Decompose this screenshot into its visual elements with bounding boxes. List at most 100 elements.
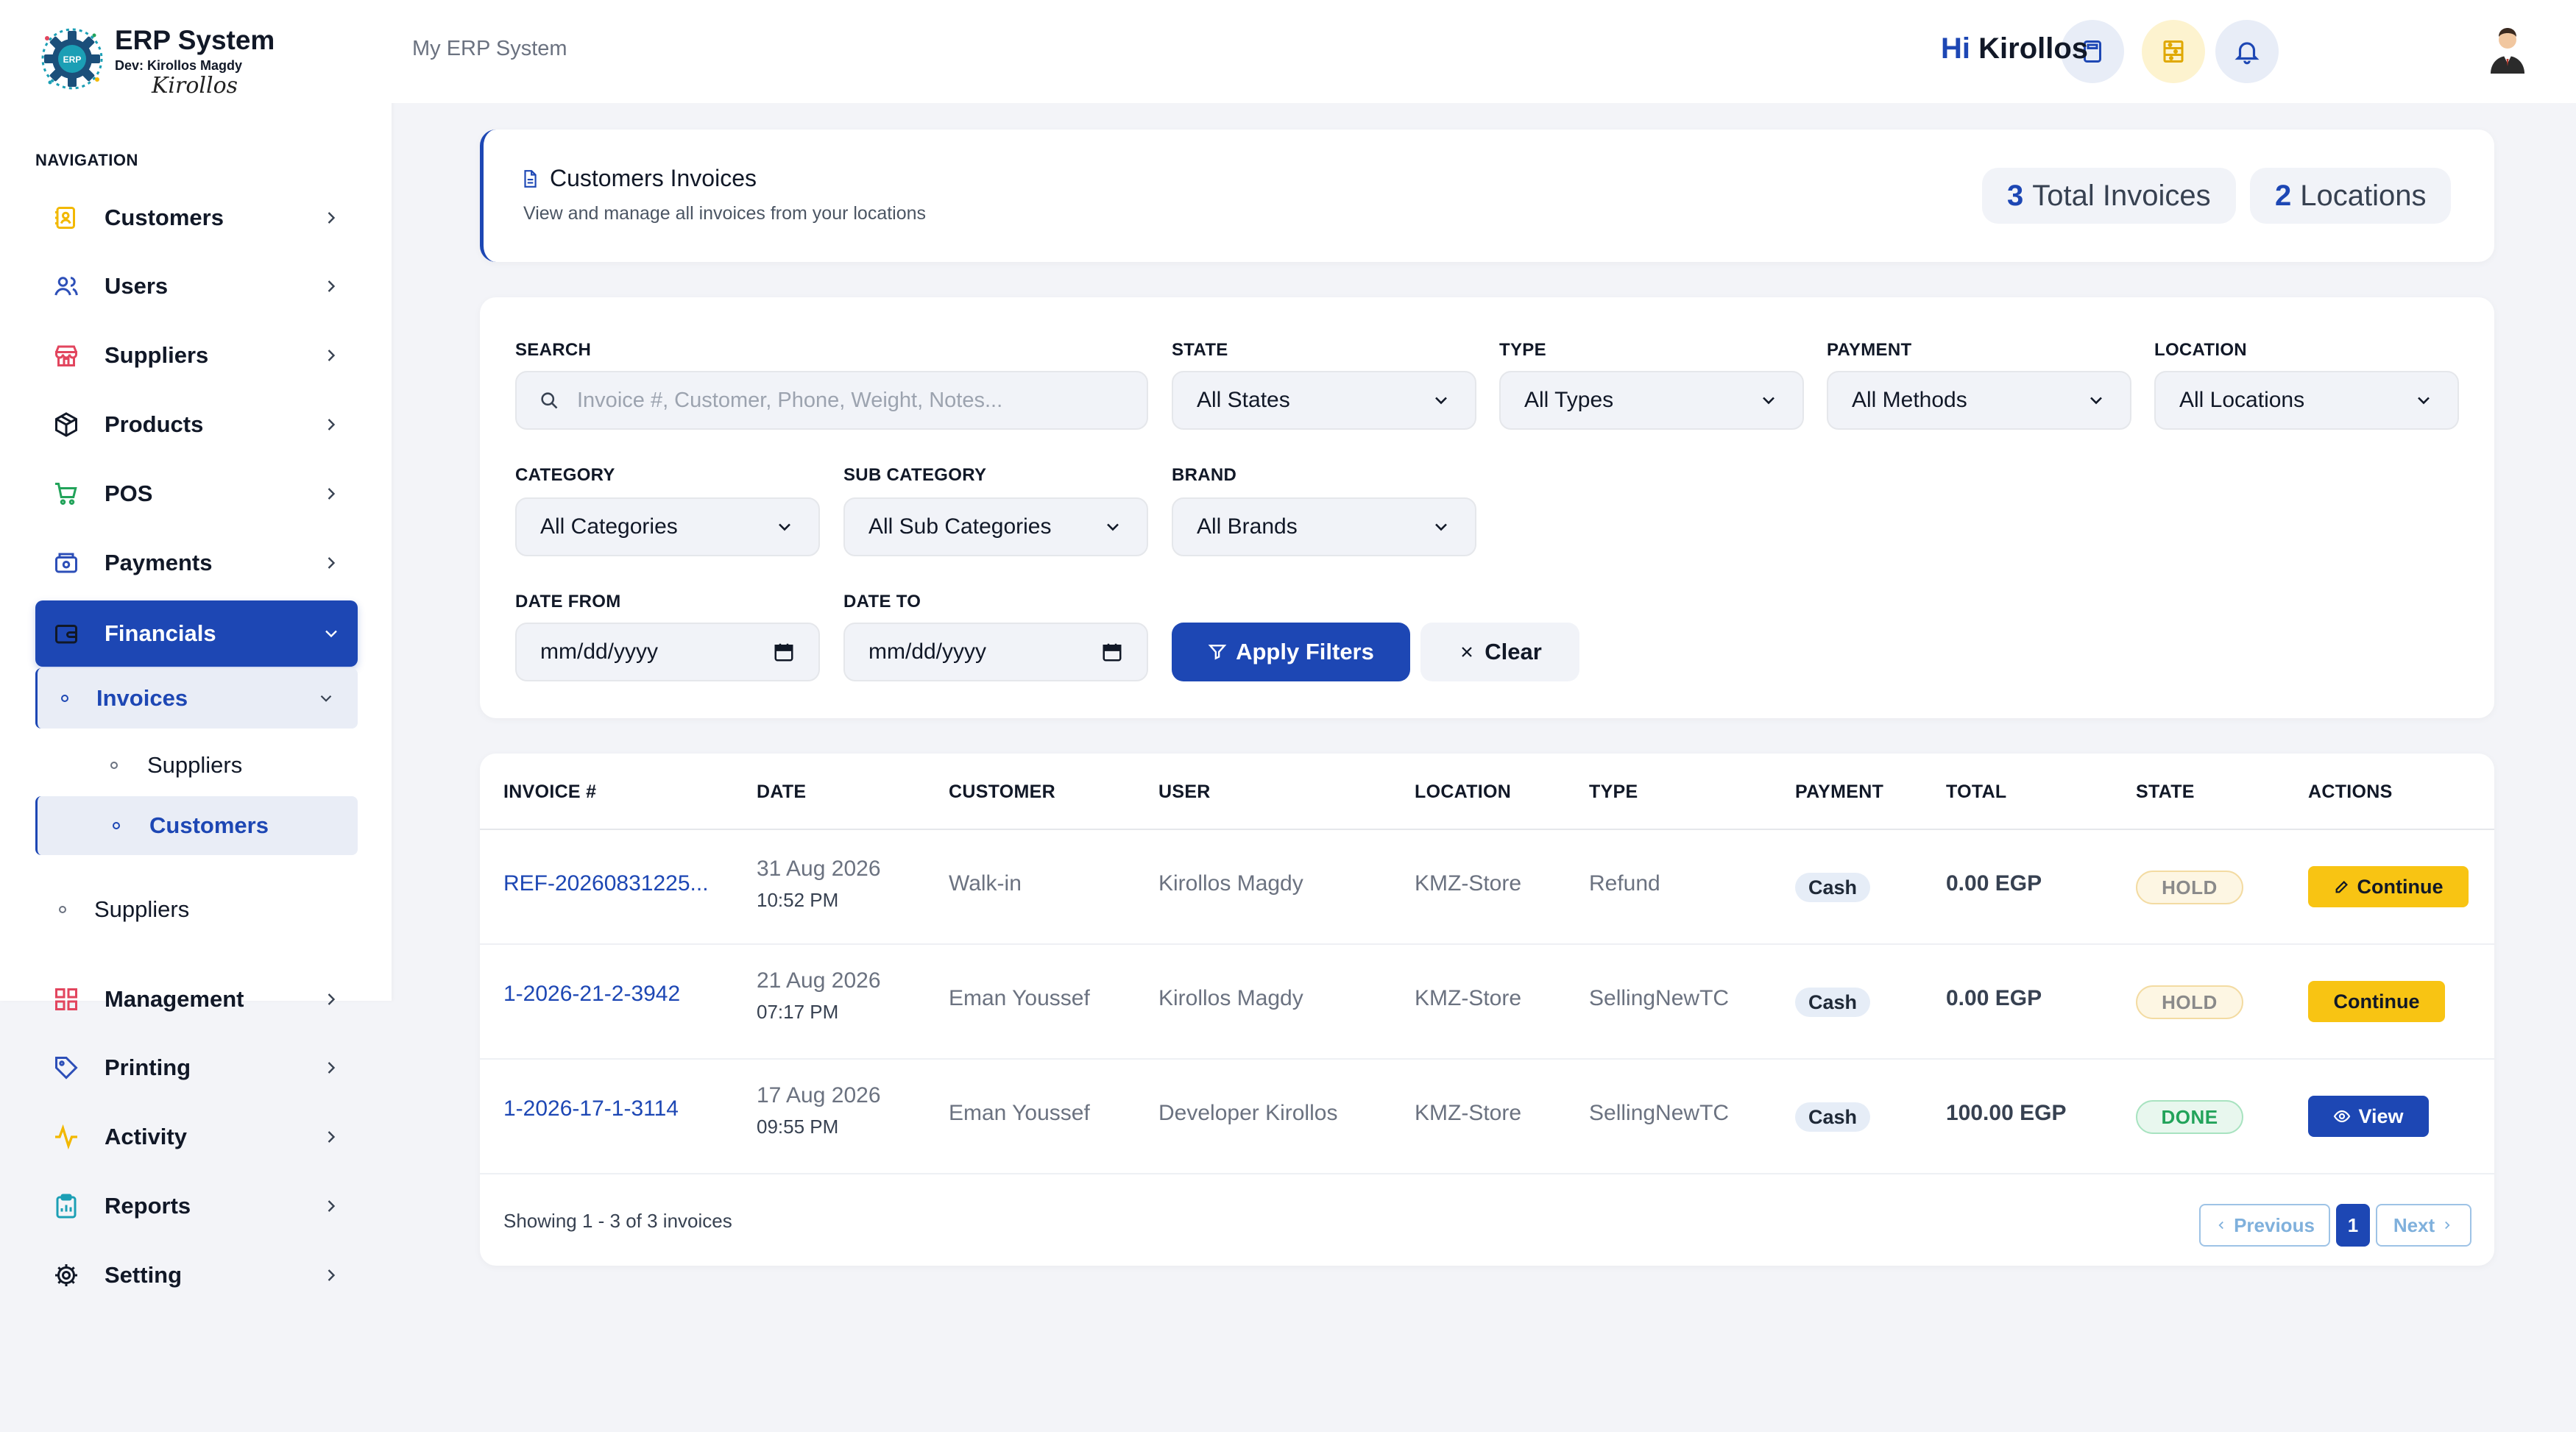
invoice-number-link[interactable]: 1-2026-17-1-3114 [503,1096,679,1121]
category-select[interactable]: All Categories [515,497,820,556]
next-label: Next [2393,1213,2435,1236]
location-cell: KMZ-Store [1415,986,1522,1010]
calendar-icon[interactable] [773,641,795,663]
abacus-icon [2163,40,2184,63]
status-badge: DONE [2136,1100,2243,1134]
invoice-number-link[interactable]: 1-2026-21-2-3942 [503,982,680,1007]
page-subtitle: View and manage all invoices from your l… [523,203,927,224]
table-row[interactable]: 1-2026-21-2-3942 21 Aug 2026 07:17 PM Em… [480,945,2494,1060]
customer-cell: Eman Youssef [949,986,1090,1010]
cart-icon [50,478,82,510]
filters-card: SEARCH Invoice #, Customer, Phone, Weigh… [480,297,2494,718]
type-cell: SellingNewTC [1589,986,1730,1010]
locations-count: 2 [2275,179,2292,212]
date-from-label: DATE FROM [515,592,621,612]
sidebar-subitem-invoices[interactable]: Invoices [35,668,358,729]
sidebar-subsub-label: Customers [149,812,269,838]
continue-button[interactable]: Continue [2308,866,2469,907]
state-label: STATE [1172,340,1228,360]
chevron-down-icon [1763,397,1774,405]
sidebar-item-label: Financials [105,620,216,646]
type-select[interactable]: All Types [1499,371,1804,430]
brand-subtitle: Dev: Kirollos Magdy [115,58,243,73]
page-number-button[interactable]: 1 [2336,1204,2370,1247]
grid-icon [50,983,82,1015]
apply-filters-button[interactable]: Apply Filters [1172,623,1410,681]
sidebar-subitem-suppliers[interactable]: Suppliers [35,880,189,939]
view-button[interactable]: View [2308,1096,2429,1137]
sidebar-item-label: POS [105,481,153,506]
location-select[interactable]: All Locations [2154,371,2459,430]
notifications-button[interactable] [2215,20,2279,83]
page-title-card: Customers Invoices View and manage all i… [480,130,2494,262]
table-row[interactable]: 1-2026-17-1-3114 17 Aug 2026 09:55 PM Em… [480,1060,2494,1174]
sidebar-item-pos[interactable]: POS [35,461,358,527]
sidebar-item-activity[interactable]: Activity [35,1104,358,1170]
abacus-button[interactable] [2142,20,2205,83]
invoice-number-link[interactable]: REF-20260831225... [503,871,709,896]
chevron-right-icon [328,1131,336,1143]
sidebar-item-suppliers[interactable]: Suppliers [35,322,358,389]
invoice-date: 17 Aug 2026 09:55 PM [757,1083,881,1138]
chevron-right-icon [328,212,336,224]
search-input[interactable]: Invoice #, Customer, Phone, Weight, Note… [515,371,1148,430]
edit-icon [2335,881,2348,893]
sidebar-invoices-customers[interactable]: Customers [35,796,358,855]
sidebar-item-customers[interactable]: Customers [35,185,358,251]
sidebar-item-label: Customers [105,205,224,230]
sidebar-item-financials[interactable]: Financials [35,600,358,667]
chevron-left-icon [2218,1221,2223,1230]
date-from-input[interactable]: mm/dd/yyyy [515,623,820,681]
location-cell: KMZ-Store [1415,1101,1522,1125]
table-row[interactable]: REF-20260831225... 31 Aug 2026 10:52 PM … [480,830,2494,945]
chevron-right-icon [328,350,336,361]
user-greeting[interactable]: Hi Kirollos [1941,32,2088,65]
sidebar-item-label: Reports [105,1193,191,1219]
chevron-down-icon [1435,523,1447,531]
sidebar-item-products[interactable]: Products [35,391,358,458]
sidebar: ERP ERP System Dev: Kirollos Magdy Kirol… [0,0,392,1001]
total-invoices-label: Total Invoices [2032,179,2211,212]
sidebar-subsub-label: Suppliers [147,752,243,778]
sidebar-item-management[interactable]: Management [35,966,358,1032]
calendar-icon[interactable] [1101,641,1123,663]
payment-badge: Cash [1795,988,1871,1017]
state-select[interactable]: All States [1172,371,1476,430]
chevron-right-icon [328,419,336,430]
sidebar-item-users[interactable]: Users [35,253,358,319]
sidebar-item-reports[interactable]: Reports [35,1173,358,1239]
payment-select[interactable]: All Methods [1827,371,2131,430]
next-page-button[interactable]: Next [2376,1204,2471,1247]
sidebar-item-printing[interactable]: Printing [35,1035,358,1101]
view-label: View [2358,1105,2404,1127]
date-from-value: mm/dd/yyyy [540,639,659,664]
gear-icon [50,1259,82,1291]
subcategory-select[interactable]: All Sub Categories [843,497,1148,556]
clear-filters-button[interactable]: Clear [1420,623,1579,681]
type-cell: Refund [1589,871,1660,896]
sidebar-invoices-suppliers[interactable]: Suppliers [35,736,358,795]
date-time: 10:52 PM [757,889,839,911]
brand-signature: Kirollos [152,73,238,99]
column-header: TOTAL [1946,781,2007,802]
page-title: Customers Invoices [550,165,757,191]
search-icon [541,392,558,409]
brand-title: ERP System [115,25,275,55]
brand-select[interactable]: All Brands [1172,497,1476,556]
sidebar-item-label: Setting [105,1262,183,1288]
sidebar-subitem-label: Suppliers [94,896,190,922]
date-to-input[interactable]: mm/dd/yyyy [843,623,1148,681]
sidebar-item-label: Activity [105,1124,187,1149]
column-header: PAYMENT [1795,781,1884,802]
avatar[interactable] [2488,26,2527,74]
date-time: 07:17 PM [757,1001,839,1023]
column-header: STATE [2136,781,2195,802]
sidebar-item-payments[interactable]: Payments [35,530,358,596]
column-header: ACTIONS [2308,781,2393,802]
brand[interactable]: ERP ERP System Dev: Kirollos Magdy Kirol… [37,21,275,102]
sidebar-item-setting[interactable]: Setting [35,1242,358,1308]
payment-value: All Methods [1852,388,1967,412]
breadcrumb[interactable]: My ERP System [412,37,567,61]
previous-page-button[interactable]: Previous [2199,1204,2330,1247]
continue-button[interactable]: Continue [2308,981,2445,1022]
